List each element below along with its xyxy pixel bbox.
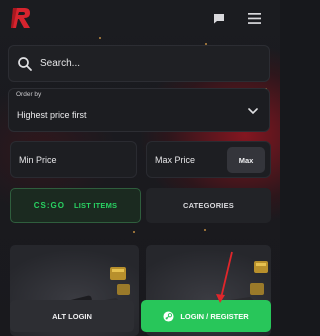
search-box[interactable] <box>8 45 270 82</box>
search-input[interactable] <box>40 58 240 69</box>
tab-list-items-label: LIST ITEMS <box>73 201 118 210</box>
spark-particle <box>133 231 135 233</box>
min-price-placeholder: Min Price <box>19 154 57 165</box>
r-logo-icon[interactable] <box>10 6 32 30</box>
steam-icon <box>163 310 174 322</box>
max-price-button[interactable]: Max <box>227 147 265 173</box>
top-header <box>0 0 280 36</box>
min-price-field[interactable]: Min Price <box>10 141 137 178</box>
tab-categories[interactable]: CATEGORIES <box>146 188 271 223</box>
max-price-placeholder: Max Price <box>155 154 196 165</box>
spark-particle <box>99 37 101 39</box>
tab-categories-label: CATEGORIES <box>182 201 235 210</box>
csgo-logo-icon: CS:GO <box>33 201 65 210</box>
login-register-label: LOGIN / REGISTER <box>180 311 249 321</box>
max-price-field[interactable]: Max Price Max <box>146 141 271 178</box>
login-register-button[interactable]: LOGIN / REGISTER <box>141 300 271 332</box>
chevron-down-icon <box>248 108 258 115</box>
order-by-select[interactable]: Order by Highest price first <box>8 88 270 132</box>
alt-login-button[interactable]: ALT LOGIN <box>10 300 134 332</box>
order-by-value: Highest price first <box>17 110 87 120</box>
spark-particle <box>204 229 206 231</box>
chat-icon[interactable] <box>210 9 228 27</box>
hamburger-menu-icon[interactable] <box>245 9 263 27</box>
tab-list-items[interactable]: CS:GO LIST ITEMS <box>10 188 141 223</box>
order-by-label: Order by <box>16 91 42 98</box>
search-icon <box>18 56 32 71</box>
